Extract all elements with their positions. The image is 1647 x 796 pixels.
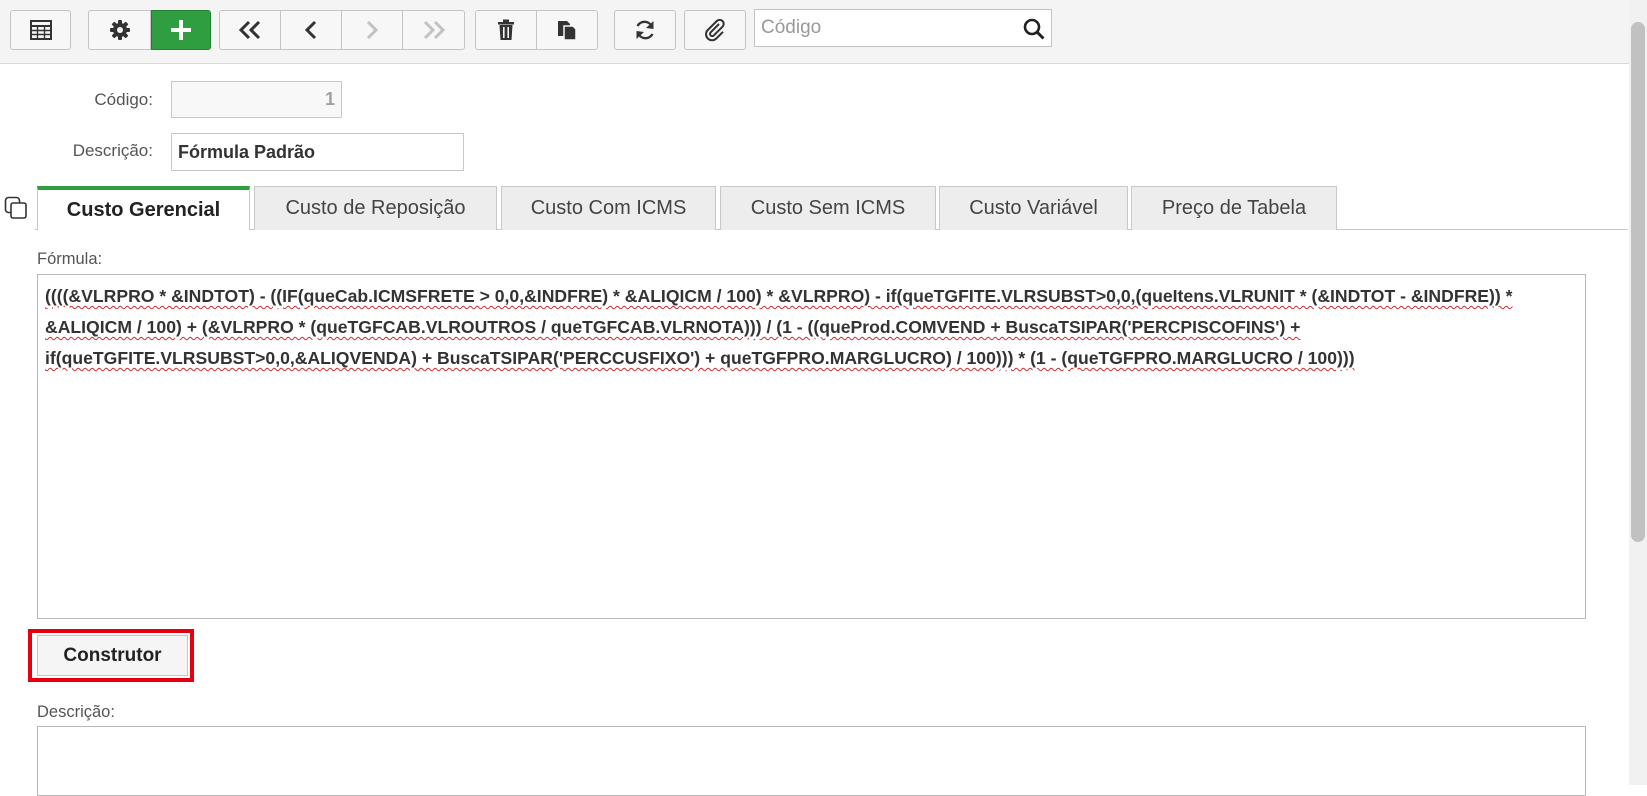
search-box xyxy=(754,9,1052,47)
descricao-textarea[interactable] xyxy=(37,726,1586,796)
formula-text: ((((&VLRPRO * &INDTOT) - ((IF(queCab.ICM… xyxy=(45,286,1513,368)
previous-record-button[interactable] xyxy=(280,10,342,50)
copy-icon[interactable] xyxy=(4,196,28,225)
codigo-field[interactable] xyxy=(171,81,342,118)
double-chevron-left-icon xyxy=(238,20,261,40)
table-icon xyxy=(29,20,52,40)
settings-button[interactable] xyxy=(88,10,151,50)
tab-custo-sem-icms[interactable]: Custo Sem ICMS xyxy=(720,186,936,230)
codigo-label: Código: xyxy=(94,90,153,109)
construtor-button[interactable]: Construtor xyxy=(37,635,188,676)
refresh-button[interactable] xyxy=(614,10,676,50)
tab-custo-com-icms[interactable]: Custo Com ICMS xyxy=(501,186,716,230)
double-chevron-right-icon xyxy=(423,20,445,40)
search-input[interactable] xyxy=(755,10,1015,46)
paperclip-icon xyxy=(705,18,725,42)
tab-custo-gerencial[interactable]: Custo Gerencial xyxy=(37,186,250,230)
tab-custo-variavel[interactable]: Custo Variável xyxy=(939,186,1128,230)
copy-documents-icon xyxy=(558,21,577,41)
attachment-button[interactable] xyxy=(684,10,746,50)
gear-icon xyxy=(109,20,130,40)
descricao2-label: Descrição: xyxy=(37,703,115,721)
search-icon[interactable] xyxy=(1023,18,1045,45)
tab-custo-de-reposicao[interactable]: Custo de Reposição xyxy=(254,186,497,230)
first-record-button[interactable] xyxy=(219,10,281,50)
scrollbar-thumb[interactable] xyxy=(1631,22,1645,542)
grid-view-button[interactable] xyxy=(10,10,71,50)
descricao-field[interactable] xyxy=(171,133,464,171)
next-record-button[interactable] xyxy=(341,10,403,50)
formula-textarea[interactable]: ((((&VLRPRO * &INDTOT) - ((IF(queCab.ICM… xyxy=(37,274,1586,619)
formula-label: Fórmula: xyxy=(37,250,103,268)
toolbar xyxy=(0,0,1647,64)
tab-preco-de-tabela[interactable]: Preço de Tabela xyxy=(1131,186,1337,230)
chevron-left-icon xyxy=(304,20,317,40)
plus-icon xyxy=(171,20,191,40)
delete-button[interactable] xyxy=(475,10,537,50)
chevron-right-icon xyxy=(366,20,379,40)
trash-icon xyxy=(498,19,514,40)
add-button[interactable] xyxy=(151,10,211,50)
last-record-button[interactable] xyxy=(402,10,465,50)
descricao-label: Descrição: xyxy=(72,141,153,160)
refresh-icon xyxy=(636,20,654,40)
duplicate-button[interactable] xyxy=(536,10,598,50)
